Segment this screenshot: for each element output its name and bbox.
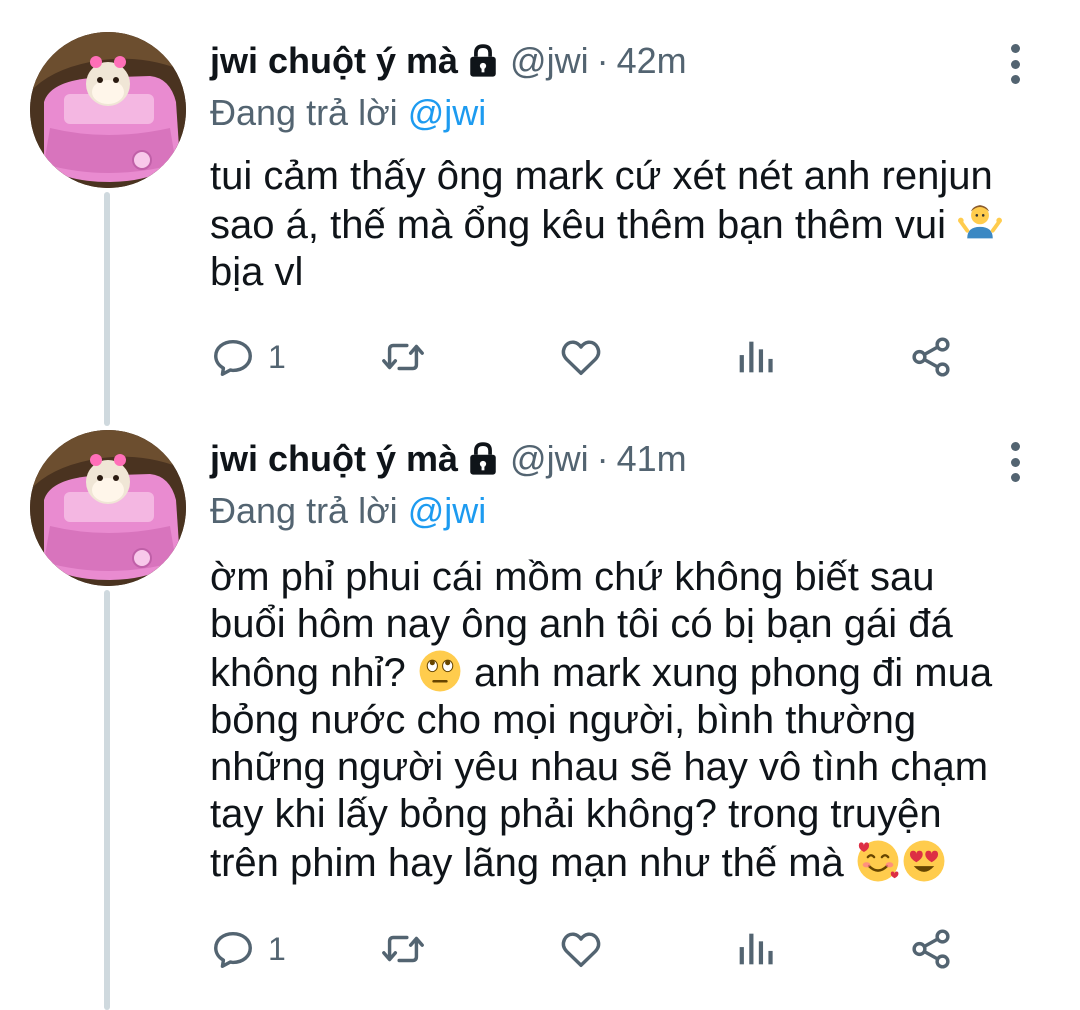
- display-name[interactable]: jwi chuột ý mà: [210, 438, 458, 480]
- separator: ·: [596, 40, 609, 81]
- tweet-text-line: ờm phỉ phui cái mồm chứ không biết sau: [210, 555, 935, 599]
- avatar[interactable]: [30, 32, 186, 188]
- views-icon: [732, 334, 778, 380]
- replying-to-mention[interactable]: @jwi: [408, 92, 487, 133]
- tweet-text-line: anh mark xung phong đi mua: [473, 651, 993, 695]
- user-handle[interactable]: @jwi: [510, 40, 589, 82]
- reply-icon: [210, 334, 256, 380]
- share-button[interactable]: [908, 926, 954, 972]
- face-rolling-eyes-emoji: [419, 650, 461, 692]
- tweet-text-line: buổi hôm nay ông anh tôi có bị bạn gái đ…: [210, 602, 953, 646]
- share-button[interactable]: [908, 334, 954, 380]
- tweet-text: ờm phỉ phui cái mồm chứ không biết sau b…: [210, 554, 1050, 887]
- tweet[interactable]: jwi chuột ý mà @jwi · 42m Đang trả lời @…: [0, 0, 1080, 426]
- more-vertical-icon[interactable]: [1000, 442, 1030, 482]
- tweet-text-line: trên phim hay lãng mạn như thế mà: [210, 841, 844, 885]
- tweet-text-line: bỏng nước cho mọi người, bình thường: [210, 698, 917, 742]
- tweet-text-line: bịa vl: [210, 250, 304, 294]
- like-icon: [558, 334, 604, 380]
- tweet-text-line: những người yêu nhau sẽ hay vô tình chạm: [210, 745, 989, 789]
- person-shrugging-emoji: [958, 205, 1003, 239]
- timestamp[interactable]: 41m: [617, 438, 687, 480]
- tweet-actions: 1: [210, 926, 970, 974]
- tweet[interactable]: jwi chuột ý mà @jwi · 41m Đang trả lời @…: [0, 398, 1080, 1010]
- more-vertical-icon[interactable]: [1000, 44, 1030, 84]
- like-icon: [558, 926, 604, 972]
- tweet-text-line: tay khi lấy bỏng phải không? trong truyệ…: [210, 792, 942, 836]
- thread-line: [104, 590, 110, 1010]
- reply-button[interactable]: 1: [210, 334, 286, 380]
- replying-to-mention[interactable]: @jwi: [408, 490, 487, 531]
- tweet-header: jwi chuột ý mà @jwi · 41m: [210, 438, 687, 480]
- replying-to: Đang trả lời @jwi: [210, 92, 486, 134]
- tweet-actions: 1: [210, 334, 970, 382]
- tweet-text: tui cảm thấy ông mark cứ xét nét anh ren…: [210, 153, 1050, 296]
- tweet-text-line: sao á, thế mà ổng kêu thêm bạn thêm vui: [210, 203, 946, 247]
- reply-button[interactable]: 1: [210, 926, 286, 972]
- separator: ·: [596, 438, 609, 479]
- timestamp[interactable]: 42m: [617, 40, 687, 82]
- user-handle[interactable]: @jwi: [510, 438, 589, 480]
- share-icon: [908, 926, 954, 972]
- tweet-text-line: không nhỉ?: [210, 651, 406, 695]
- reply-count: 1: [268, 930, 286, 967]
- like-button[interactable]: [558, 334, 604, 380]
- reply-count: 1: [268, 338, 286, 375]
- thread-line: [104, 192, 110, 426]
- smiling-face-with-hearts-emoji: [857, 840, 899, 882]
- display-name[interactable]: jwi chuột ý mà: [210, 40, 458, 82]
- retweet-icon: [380, 926, 426, 972]
- lock-icon: [466, 440, 500, 478]
- share-icon: [908, 334, 954, 380]
- replying-to: Đang trả lời @jwi: [210, 490, 486, 532]
- tweet-text-line: tui cảm thấy ông mark cứ xét nét anh ren…: [210, 154, 993, 198]
- retweet-button[interactable]: [380, 926, 426, 972]
- views-button[interactable]: [732, 334, 778, 380]
- replying-to-label: Đang trả lời: [210, 490, 398, 531]
- heart-eyes-emoji: [903, 840, 945, 882]
- retweet-button[interactable]: [380, 334, 426, 380]
- views-button[interactable]: [732, 926, 778, 972]
- tweet-header: jwi chuột ý mà @jwi · 42m: [210, 40, 687, 82]
- avatar[interactable]: [30, 430, 186, 586]
- reply-icon: [210, 926, 256, 972]
- views-icon: [732, 926, 778, 972]
- like-button[interactable]: [558, 926, 604, 972]
- lock-icon: [466, 42, 500, 80]
- retweet-icon: [380, 334, 426, 380]
- replying-to-label: Đang trả lời: [210, 92, 398, 133]
